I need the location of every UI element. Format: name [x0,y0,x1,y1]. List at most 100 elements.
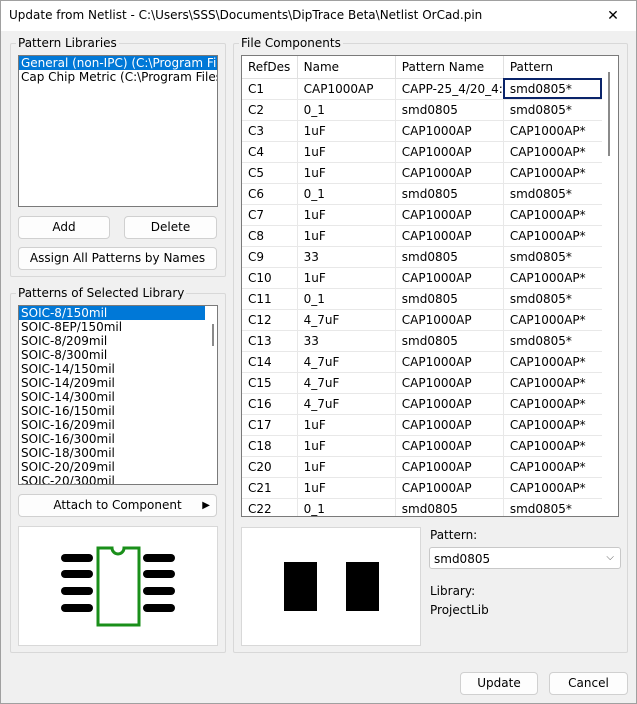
pattern-list-item[interactable]: SOIC-14/300mil [19,390,205,404]
pattern-name-cell[interactable]: smd0805 [395,246,504,268]
pattern-cell[interactable]: CAP1000AP* [503,393,603,415]
name-cell[interactable]: CAP1000AP [297,78,396,100]
library-list-item[interactable]: Cap Chip Metric (C:\Program Files ( [19,70,217,84]
table-row[interactable]: C7 1uF CAP1000AP CAP1000AP* [242,204,618,226]
pattern-cell[interactable]: smd0805* [503,246,603,268]
name-cell[interactable]: 1uF [297,435,396,457]
update-button[interactable]: Update [460,672,538,695]
pattern-list-item[interactable]: SOIC-16/209mil [19,418,205,432]
refdes-cell[interactable]: C18 [242,435,298,457]
table-row[interactable]: C8 1uF CAP1000AP CAP1000AP* [242,225,618,247]
pattern-name-cell[interactable]: CAP1000AP [395,372,504,394]
refdes-cell[interactable]: C5 [242,162,298,184]
table-row[interactable]: C12 4_7uF CAP1000AP CAP1000AP* [242,309,618,331]
add-library-button[interactable]: Add [18,216,110,239]
patterns-list-scroll-thumb[interactable] [212,324,214,346]
pattern-cell[interactable]: CAP1000AP* [503,267,603,289]
chevron-down-icon[interactable]: ⌵ [606,552,614,563]
pattern-cell[interactable]: smd0805* [503,78,603,100]
table-scrollbar[interactable] [602,56,618,516]
refdes-cell[interactable]: C8 [242,225,298,247]
pattern-cell[interactable]: CAP1000AP* [503,351,603,373]
refdes-cell[interactable]: C12 [242,309,298,331]
refdes-cell[interactable]: C11 [242,288,298,310]
name-cell[interactable]: 1uF [297,225,396,247]
name-cell[interactable]: 1uF [297,267,396,289]
pattern-cell[interactable]: CAP1000AP* [503,372,603,394]
table-row[interactable]: C4 1uF CAP1000AP CAP1000AP* [242,141,618,163]
column-header-pattern-name[interactable]: Pattern Name [395,56,504,79]
pattern-list-item[interactable]: SOIC-18/300mil [19,446,205,460]
name-cell[interactable]: 1uF [297,141,396,163]
table-row[interactable]: C2 0_1 smd0805 smd0805* [242,99,618,121]
pattern-list-item[interactable]: SOIC-8/300mil [19,348,205,362]
delete-library-button[interactable]: Delete [124,216,217,239]
refdes-cell[interactable]: C13 [242,330,298,352]
name-cell[interactable]: 0_1 [297,183,396,205]
pattern-list-item[interactable]: SOIC-14/209mil [19,376,205,390]
pattern-name-cell[interactable]: smd0805 [395,99,504,121]
table-row[interactable]: C18 1uF CAP1000AP CAP1000AP* [242,435,618,457]
pattern-cell[interactable]: smd0805* [503,183,603,205]
refdes-cell[interactable]: C9 [242,246,298,268]
pattern-list-item[interactable]: SOIC-20/209mil [19,460,205,474]
table-row[interactable]: C16 4_7uF CAP1000AP CAP1000AP* [242,393,618,415]
name-cell[interactable]: 4_7uF [297,393,396,415]
column-header-name[interactable]: Name [297,56,396,79]
pattern-name-cell[interactable]: CAP1000AP [395,204,504,226]
refdes-cell[interactable]: C4 [242,141,298,163]
refdes-cell[interactable]: C16 [242,393,298,415]
name-cell[interactable]: 1uF [297,162,396,184]
name-cell[interactable]: 33 [297,330,396,352]
pattern-cell[interactable]: CAP1000AP* [503,414,603,436]
pattern-name-cell[interactable]: CAP1000AP [395,393,504,415]
pattern-list-item[interactable]: SOIC-8EP/150mil [19,320,205,334]
refdes-cell[interactable]: C22 [242,498,298,516]
refdes-cell[interactable]: C3 [242,120,298,142]
name-cell[interactable]: 33 [297,246,396,268]
pattern-name-cell[interactable]: CAP1000AP [395,162,504,184]
refdes-cell[interactable]: C14 [242,351,298,373]
table-row[interactable]: C10 1uF CAP1000AP CAP1000AP* [242,267,618,289]
column-header-pattern[interactable]: Pattern [503,56,603,79]
pattern-name-cell[interactable]: CAP1000AP [395,414,504,436]
pattern-cell[interactable]: CAP1000AP* [503,309,603,331]
library-list-item[interactable]: General (non-IPC) (C:\Program Files ( [19,56,217,70]
name-cell[interactable]: 4_7uF [297,351,396,373]
name-cell[interactable]: 0_1 [297,99,396,121]
table-row[interactable]: C14 4_7uF CAP1000AP CAP1000AP* [242,351,618,373]
table-scroll-thumb[interactable] [608,72,610,156]
table-row[interactable]: C17 1uF CAP1000AP CAP1000AP* [242,414,618,436]
pattern-name-cell[interactable]: smd0805 [395,330,504,352]
column-header-refdes[interactable]: RefDes [242,56,298,79]
table-row[interactable]: C13 33 smd0805 smd0805* [242,330,618,352]
file-components-table[interactable]: RefDes Name Pattern Name Pattern C1 CAP10… [241,55,619,517]
pattern-list-item[interactable]: SOIC-8/150mil [19,306,205,320]
refdes-cell[interactable]: C17 [242,414,298,436]
refdes-cell[interactable]: C1 [242,78,298,100]
pattern-name-cell[interactable]: CAP1000AP [395,435,504,457]
pattern-name-cell[interactable]: CAP1000AP [395,225,504,247]
pattern-list-item[interactable]: SOIC-16/150mil [19,404,205,418]
pattern-name-cell[interactable]: CAPP-25_4/20_4: [395,78,504,100]
pattern-name-cell[interactable]: CAP1000AP [395,309,504,331]
name-cell[interactable]: 4_7uF [297,372,396,394]
pattern-cell[interactable]: CAP1000AP* [503,141,603,163]
pattern-name-cell[interactable]: smd0805 [395,183,504,205]
refdes-cell[interactable]: C15 [242,372,298,394]
pattern-name-cell[interactable]: CAP1000AP [395,267,504,289]
name-cell[interactable]: 1uF [297,477,396,499]
attach-to-component-button[interactable]: Attach to Component ▶ [18,494,217,517]
pattern-cell[interactable]: smd0805* [503,99,603,121]
name-cell[interactable]: 1uF [297,120,396,142]
pattern-name-cell[interactable]: CAP1000AP [395,351,504,373]
refdes-cell[interactable]: C10 [242,267,298,289]
pattern-cell[interactable]: CAP1000AP* [503,435,603,457]
refdes-cell[interactable]: C2 [242,99,298,121]
pattern-name-cell[interactable]: smd0805 [395,288,504,310]
table-row[interactable]: C1 CAP1000AP CAPP-25_4/20_4: smd0805* [242,78,618,100]
pattern-list-item[interactable]: SOIC-16/300mil [19,432,205,446]
table-row[interactable]: C22 0_1 smd0805 smd0805* [242,498,618,516]
pattern-cell[interactable]: CAP1000AP* [503,162,603,184]
name-cell[interactable]: 0_1 [297,498,396,516]
